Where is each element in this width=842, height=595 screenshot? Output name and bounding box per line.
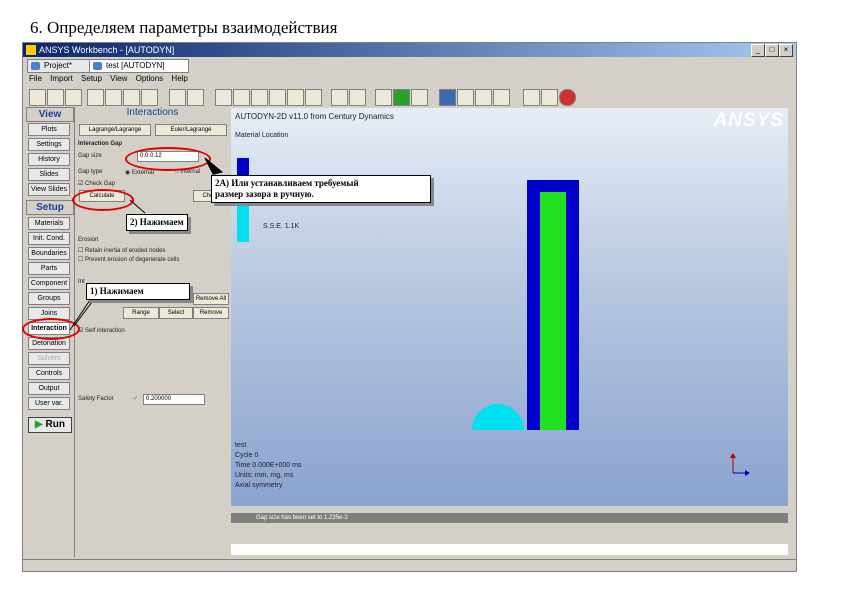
callout-step-2a: 2А) Или устанавливаем требуемый размер з… xyxy=(211,175,431,203)
callout-step-2a-line2: размер зазора в ручную. xyxy=(215,189,314,199)
callout-step-2a-line1: 2А) Или устанавливаем требуемый xyxy=(215,178,359,188)
callout-step-2: 2) Нажимаем xyxy=(126,214,188,231)
callout-step-1: 1) Нажимаем xyxy=(86,283,190,300)
